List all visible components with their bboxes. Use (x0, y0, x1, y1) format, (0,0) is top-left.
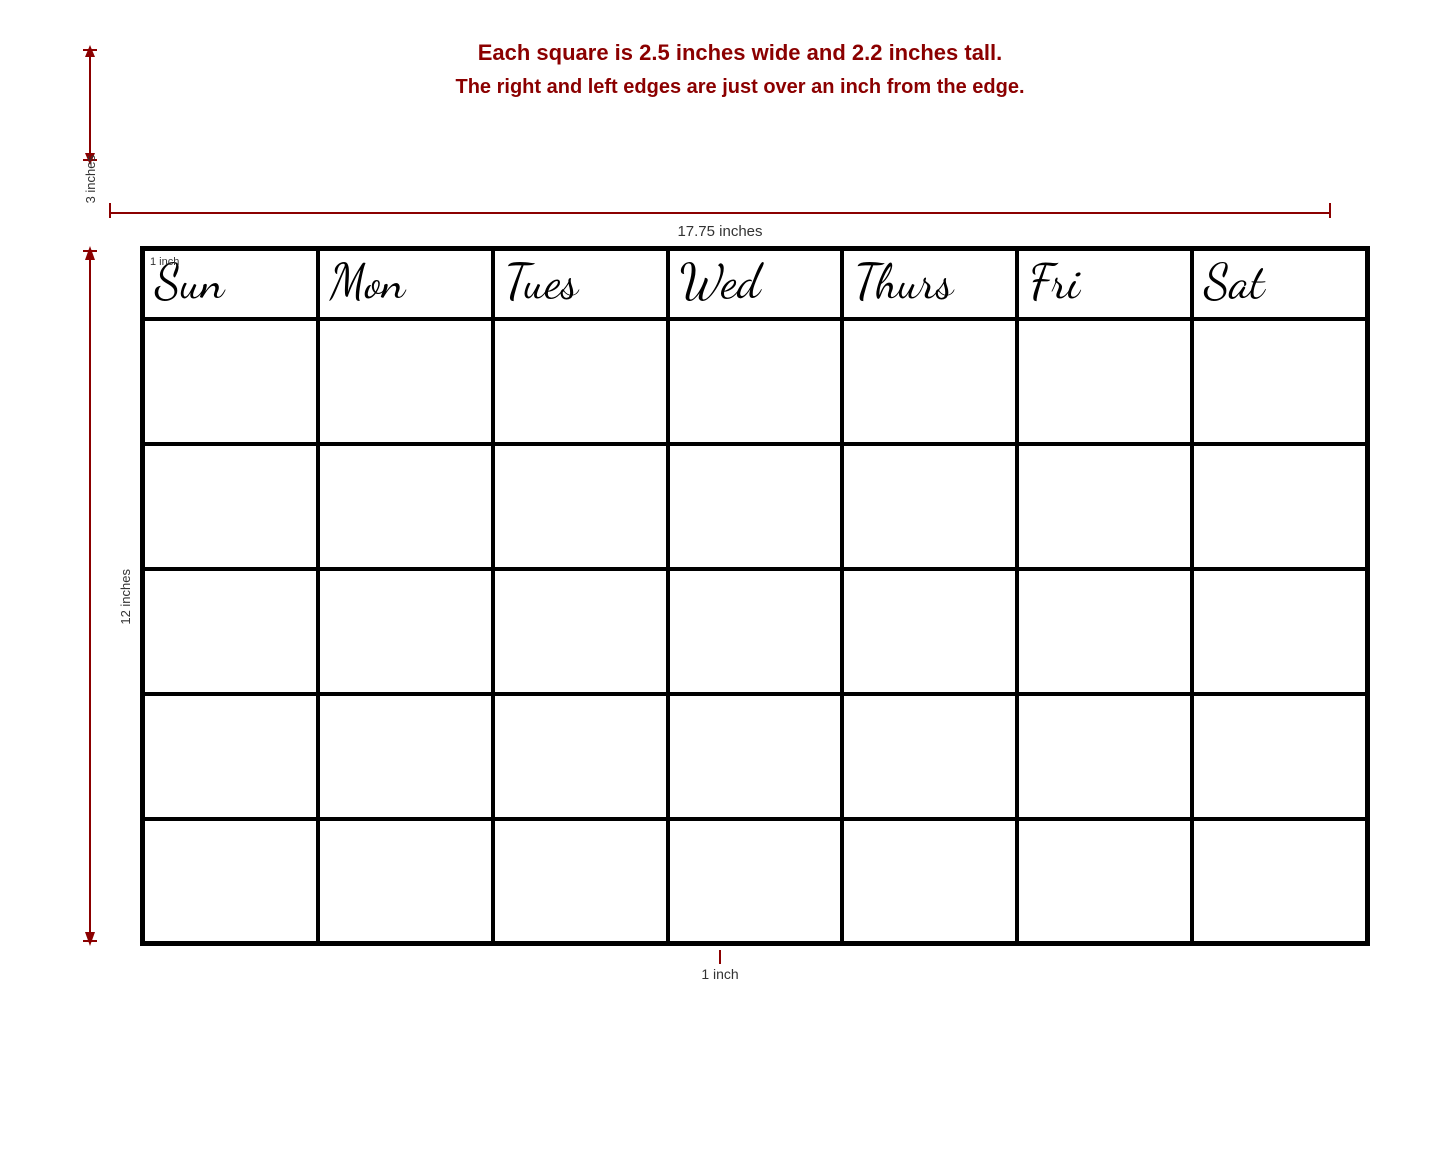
top-horiz-ruler (30, 203, 1410, 223)
twelve-inch-arrow-svg (75, 246, 105, 946)
body-cell-row4-col4 (668, 694, 843, 819)
day-label-wed: Wed (680, 259, 761, 307)
day-label-sat: Sat (1204, 259, 1264, 307)
day-label-thurs: Thurs (854, 259, 953, 307)
body-cell-row5-col2 (318, 819, 493, 944)
main-area: 12 inches 1 inchSunMon Tues Wed Thurs Fri Sat (30, 246, 1410, 946)
body-cell-row4-col3 (493, 694, 668, 819)
calendar-grid: 1 inchSunMon Tues Wed Thurs Fri Sat (140, 246, 1370, 946)
body-cell-row2-col4 (668, 444, 843, 569)
header-cell-wed: Wed (668, 249, 843, 319)
day-label-tues: Tues (505, 259, 578, 307)
body-cell-row4-col7 (1192, 694, 1367, 819)
body-cell-row1-col5 (842, 319, 1017, 444)
body-cell-row4-col2 (318, 694, 493, 819)
body-cell-row2-col7 (1192, 444, 1367, 569)
corner-one-inch-label: 1 inch (150, 256, 179, 268)
body-cell-row5-col4 (668, 819, 843, 944)
body-cell-row5-col5 (842, 819, 1017, 944)
body-cell-row1-col4 (668, 319, 843, 444)
three-inch-arrow-svg (75, 45, 105, 165)
body-cell-row2-col1 (143, 444, 318, 569)
header-cell-tues: Tues (493, 249, 668, 319)
body-cell-row2-col5 (842, 444, 1017, 569)
twelve-inch-label-area: 12 inches (110, 246, 140, 946)
bottom-tick-top (719, 950, 721, 964)
header-cell-mon: Mon (318, 249, 493, 319)
body-cell-row1-col7 (1192, 319, 1367, 444)
header-cell-sat: Sat (1192, 249, 1367, 319)
twelve-inch-label: 12 inches (118, 569, 133, 625)
body-cell-row1-col2 (318, 319, 493, 444)
three-inch-label: 3 inches (83, 155, 98, 203)
body-cell-row5-col6 (1017, 819, 1192, 944)
info-line1: Each square is 2.5 inches wide and 2.2 i… (110, 40, 1370, 66)
bottom-label: 1 inch (701, 964, 738, 984)
body-cell-row5-col3 (493, 819, 668, 944)
header-cell-fri: Fri (1017, 249, 1192, 319)
top-text-area: Each square is 2.5 inches wide and 2.2 i… (110, 40, 1370, 119)
body-cell-row3-col3 (493, 569, 668, 694)
body-cell-row1-col6 (1017, 319, 1192, 444)
header-cell-sun: 1 inchSun (143, 249, 318, 319)
top-section: 3 inches Each square is 2.5 inches wide … (30, 40, 1410, 203)
width-label: 17.75 inches (70, 223, 1370, 240)
body-cell-row1-col3 (493, 319, 668, 444)
three-inch-measurement: 3 inches (70, 45, 110, 203)
body-cell-row3-col5 (842, 569, 1017, 694)
body-cell-row4-col5 (842, 694, 1017, 819)
info-line2: The right and left edges are just over a… (110, 76, 1370, 99)
body-cell-row3-col1 (143, 569, 318, 694)
body-cell-row2-col2 (318, 444, 493, 569)
bottom-measurement: 1 inch (701, 950, 738, 984)
body-cell-row2-col6 (1017, 444, 1192, 569)
day-label-mon: Mon (330, 259, 405, 307)
body-cell-row1-col1 (143, 319, 318, 444)
twelve-inch-measurement (70, 246, 110, 946)
page-wrapper: 3 inches Each square is 2.5 inches wide … (0, 20, 1440, 1004)
day-label-fri: Fri (1029, 259, 1080, 307)
body-cell-row2-col3 (493, 444, 668, 569)
body-cell-row4-col6 (1017, 694, 1192, 819)
horiz-ruler-svg (110, 203, 1330, 223)
body-cell-row4-col1 (143, 694, 318, 819)
body-cell-row3-col4 (668, 569, 843, 694)
body-cell-row3-col7 (1192, 569, 1367, 694)
body-cell-row5-col1 (143, 819, 318, 944)
body-cell-row3-col6 (1017, 569, 1192, 694)
header-cell-thurs: Thurs (842, 249, 1017, 319)
body-cell-row5-col7 (1192, 819, 1367, 944)
body-cell-row3-col2 (318, 569, 493, 694)
